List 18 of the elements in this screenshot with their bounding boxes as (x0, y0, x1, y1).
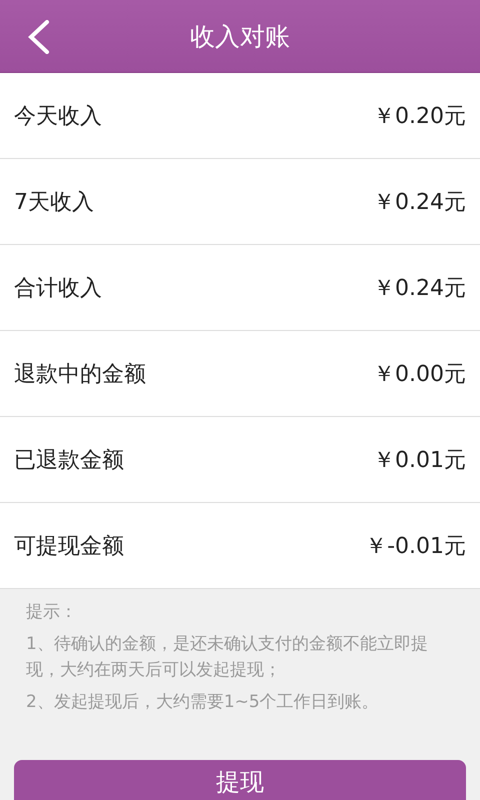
row-label: 可提现金额 (14, 532, 124, 560)
amount-value: ￥0.00元 (373, 360, 466, 388)
amount-value: ￥0.24元 (373, 188, 466, 216)
row-label: 7天收入 (14, 188, 94, 216)
amount-value: ￥0.24元 (373, 274, 466, 302)
page-title: 收入对账 (190, 20, 290, 52)
tip-text: 1、待确认的金额，是还未确认支付的金额不能立即提现，大约在两天后可以发起提现； (26, 633, 429, 682)
row-label: 已退款金额 (14, 446, 124, 474)
row-label: 合计收入 (14, 274, 102, 302)
row-label: 退款中的金额 (14, 360, 146, 388)
amount-value: ￥-0.01元 (365, 532, 466, 560)
amount-value: ￥0.20元 (373, 102, 466, 130)
tip-text: 2、发起提现后，大约需要1~5个工作日到账。 (26, 691, 380, 714)
row-label: 今天收入 (14, 102, 102, 130)
tips-heading: 提示： (26, 601, 78, 624)
withdraw-button[interactable]: 提现 (14, 760, 466, 800)
amount-value: ￥0.01元 (373, 446, 466, 474)
back-icon[interactable] (28, 20, 50, 54)
